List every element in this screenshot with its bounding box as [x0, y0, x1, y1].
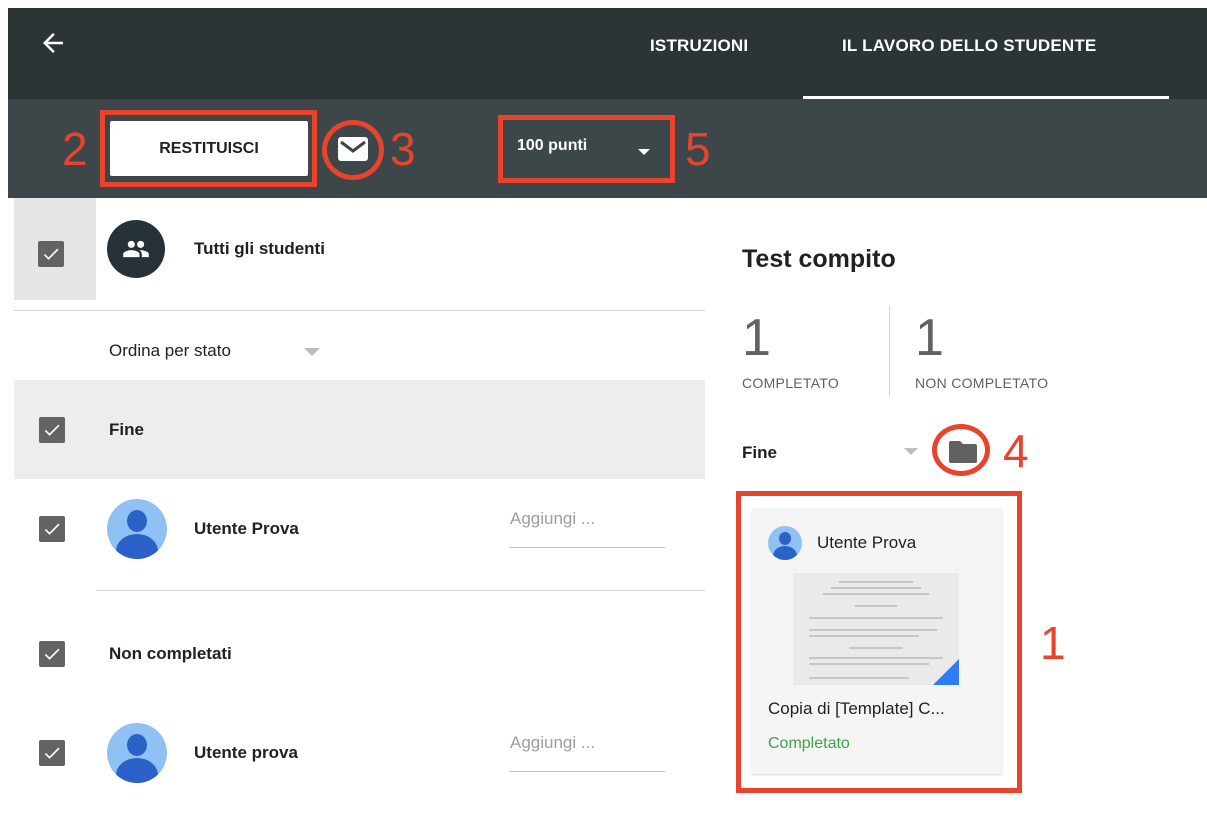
annotation-number-5: 5 — [685, 123, 711, 175]
grade-input[interactable]: Aggiungi ... — [510, 509, 665, 548]
group-label-fine: Fine — [109, 420, 144, 439]
group-checkbox-not-completed[interactable] — [39, 641, 65, 667]
checkmark-icon — [44, 424, 60, 436]
assignment-title: Test compito — [742, 245, 896, 273]
annotation-circle-mail — [322, 120, 384, 180]
divider — [96, 590, 705, 591]
annotation-box-card — [736, 491, 1022, 793]
group-icon — [107, 220, 165, 278]
completed-count: 1 — [742, 309, 771, 367]
annotation-number-1: 1 — [1040, 617, 1066, 669]
sort-by-status-label[interactable]: Ordina per stato — [109, 341, 231, 361]
annotation-number-3: 3 — [390, 123, 416, 175]
avatar-icon — [107, 723, 167, 783]
annotation-circle-folder — [932, 424, 990, 476]
student-name[interactable]: Utente prova — [194, 743, 298, 763]
back-arrow-icon[interactable] — [38, 28, 68, 58]
checkmark-icon — [44, 648, 60, 660]
annotation-number-4: 4 — [1003, 425, 1029, 477]
all-students-label: Tutti gli studenti — [194, 239, 325, 258]
tab-student-work[interactable]: IL LAVORO DELLO STUDENTE — [842, 36, 1096, 56]
annotation-box-points — [498, 115, 675, 183]
filter-dropdown-arrow-icon[interactable] — [904, 448, 918, 455]
select-all-checkbox[interactable] — [38, 241, 64, 267]
student-checkbox[interactable] — [39, 516, 65, 542]
checkmark-icon — [43, 248, 59, 260]
annotation-box-return — [100, 110, 317, 187]
checkmark-icon — [44, 747, 60, 759]
avatar-icon — [107, 499, 167, 559]
grade-input[interactable]: Aggiungi ... — [510, 733, 665, 772]
stats-divider — [889, 306, 890, 396]
not-completed-label: NON COMPLETATO — [915, 375, 1049, 391]
divider — [14, 310, 705, 311]
not-completed-count: 1 — [915, 309, 944, 367]
checkmark-icon — [44, 523, 60, 535]
completed-label: COMPLETATO — [742, 375, 840, 391]
group-label-not-completed: Non completati — [109, 644, 232, 663]
annotation-number-2: 2 — [62, 123, 88, 175]
student-checkbox[interactable] — [39, 740, 65, 766]
sort-dropdown-arrow-icon[interactable] — [304, 348, 320, 356]
group-checkbox-fine[interactable] — [39, 417, 65, 443]
filter-label[interactable]: Fine — [742, 443, 777, 463]
tab-istruzioni[interactable]: ISTRUZIONI — [650, 36, 748, 56]
student-name[interactable]: Utente Prova — [194, 519, 299, 539]
